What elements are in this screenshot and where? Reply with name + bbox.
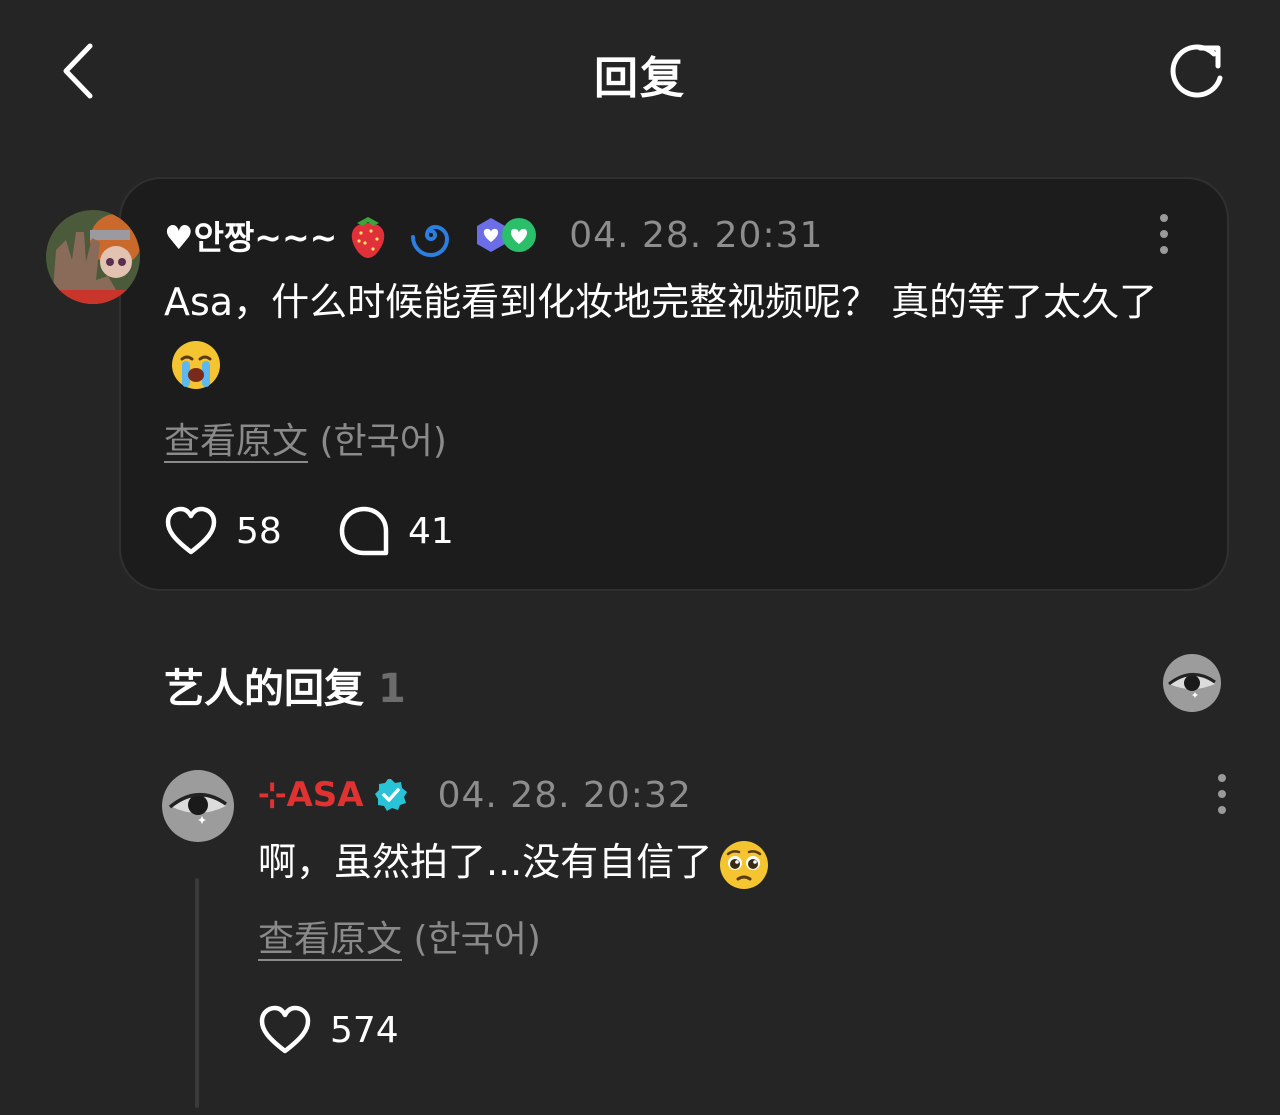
artist-avatar[interactable] <box>162 770 234 842</box>
post-more-button[interactable] <box>1149 210 1179 260</box>
post-view-original[interactable]: 查看原文 (한국어) <box>164 412 447 464</box>
heart-icon <box>165 506 217 555</box>
verified-badge-icon <box>374 779 407 811</box>
reply-view-original[interactable]: 查看原文 (한국어) <box>258 910 541 962</box>
post-body: Asa，什么时候能看到化妆地完整视频呢？ 真的等了太久了 <box>164 272 1174 392</box>
post-text: Asa，什么时候能看到化妆地完整视频呢？ 真的等了太久了 <box>164 280 1158 324</box>
post-comment-button[interactable]: 41 <box>338 505 454 557</box>
more-vertical-icon <box>1218 774 1226 814</box>
artist-username[interactable]: ⊹ASA <box>258 775 364 815</box>
artist-reply-count: 1 <box>378 666 406 712</box>
post-username[interactable]: ♥안짱~~~ <box>164 211 337 259</box>
eye-avatar-image <box>1163 654 1221 712</box>
reply-timestamp: 04. 28. 20:32 <box>437 774 692 816</box>
comment-count: 41 <box>408 510 454 552</box>
reply-text: 啊，虽然拍了...没有自信了 <box>258 840 713 884</box>
artist-reply-section-title: 艺人的回复 1 <box>164 656 406 714</box>
refresh-icon <box>1170 44 1223 98</box>
view-original-link[interactable]: 查看原文 <box>164 421 308 462</box>
reply-body: 啊，虽然拍了...没有自信了 <box>258 832 1158 892</box>
avatar-image <box>46 210 140 304</box>
eye-avatar-image <box>162 770 234 842</box>
view-original-link[interactable]: 查看原文 <box>258 919 402 960</box>
page-title: 回复 <box>594 53 686 104</box>
post-like-button[interactable]: 58 <box>164 505 282 557</box>
reply-header: ⊹ASA 04. 28. 20:32 <box>258 768 692 822</box>
more-vertical-icon <box>1160 214 1168 254</box>
like-count: 58 <box>236 510 282 552</box>
section-title-label: 艺人的回复 <box>164 666 364 712</box>
loudly-crying-face-icon <box>172 340 220 389</box>
pleading-face-icon <box>720 840 769 889</box>
reply-like-count: 574 <box>330 1009 399 1051</box>
heart-icon <box>259 1005 311 1054</box>
top-bar: 回复 <box>0 0 1280 140</box>
membership-badges-icon <box>477 218 537 252</box>
post-header: ♥안짱~~~ 04. 28. 20:31 <box>164 208 823 262</box>
reply-like-button[interactable]: 574 <box>258 1004 399 1056</box>
thread-line <box>195 878 199 1108</box>
reply-more-button[interactable] <box>1207 770 1237 820</box>
refresh-button[interactable] <box>1164 38 1234 108</box>
artist-mini-avatar[interactable] <box>1163 654 1221 712</box>
cyclone-icon <box>411 224 450 257</box>
strawberry-icon <box>352 217 385 258</box>
original-language: (한국어) <box>413 919 541 960</box>
post-timestamp: 04. 28. 20:31 <box>569 214 824 256</box>
user-avatar[interactable] <box>46 210 140 304</box>
comment-bubble-icon <box>339 506 389 556</box>
original-language: (한국어) <box>319 421 447 462</box>
